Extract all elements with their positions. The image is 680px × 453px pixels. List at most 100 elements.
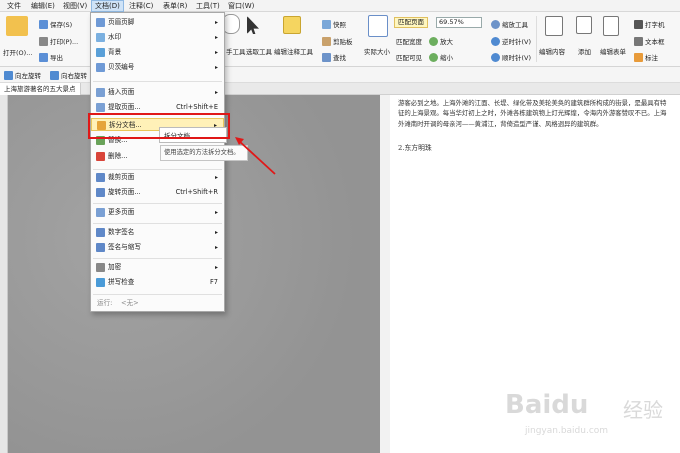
zoom-tool-button[interactable]: 缩放工具 [491, 19, 528, 29]
export-icon [39, 52, 48, 62]
menu-item-header-footer[interactable]: 页眉页脚 ▸ [91, 16, 224, 29]
menu-window[interactable]: 窗口(W) [225, 1, 257, 11]
signature-icon [96, 228, 105, 237]
actual-size-button[interactable]: 实际大小 [364, 46, 390, 56]
select-tool-button[interactable]: 选取工具 [246, 46, 272, 56]
save-button[interactable]: 保存(S) [39, 19, 72, 29]
textbox-button[interactable]: 文本框 [634, 36, 665, 46]
search-icon [322, 52, 331, 62]
zoom-out-button[interactable]: 缩小 [429, 52, 453, 62]
clipboard-button[interactable]: 剪贴板 [322, 36, 353, 46]
delete-icon [96, 152, 105, 161]
rotate-cw-icon [491, 52, 500, 62]
typewriter-button[interactable]: 打字机 [634, 19, 665, 29]
baidu-watermark: Baidu 经验 jingyan.baidu.com [505, 390, 675, 448]
zoom-input[interactable]: 69.57% [436, 17, 482, 28]
menu-run-action[interactable]: 运行: <无> [91, 297, 224, 310]
menu-item-insert-page[interactable]: 插入页面 ▸ [91, 86, 224, 99]
menu-edit[interactable]: 编辑(E) [28, 1, 58, 11]
menu-file[interactable]: 文件 [4, 1, 24, 11]
divider [536, 16, 537, 62]
edit-content-icon [545, 16, 563, 36]
menu-separator [93, 203, 222, 204]
red-arrow-icon [235, 137, 276, 175]
watermark-icon [96, 33, 105, 42]
rotate-right-button[interactable]: 向右旋转 [50, 70, 87, 80]
menu-item-more-pages[interactable]: 更多页面 ▸ [91, 206, 224, 219]
page-gutter [380, 95, 390, 453]
menu-item-digital-signature[interactable]: 数字签名 ▸ [91, 226, 224, 239]
document-heading: 2.东方明珠 [398, 144, 432, 152]
magnifier-icon [491, 19, 500, 29]
edit-form-icon [603, 16, 619, 36]
menu-comment[interactable]: 注释(C) [126, 1, 156, 11]
more-pages-icon [96, 208, 105, 217]
menu-item-encrypt[interactable]: 加密 ▸ [91, 261, 224, 274]
menu-item-sign-initials[interactable]: 签名与缩写 ▸ [91, 241, 224, 254]
open-folder-icon [6, 16, 28, 36]
zoom-in-button[interactable]: 放大 [429, 36, 453, 46]
rotate-right-icon [50, 70, 59, 80]
add-button[interactable]: 添加 [578, 46, 591, 56]
side-panel-strip[interactable] [0, 95, 8, 453]
menu-separator [93, 258, 222, 259]
watermark-brand: Baidu [505, 390, 589, 420]
menu-document[interactable]: 文档(D) [91, 0, 124, 12]
header-footer-icon [96, 18, 105, 27]
menu-item-rotate-page[interactable]: 旋转页面... Ctrl+Shift+R [91, 186, 224, 199]
menu-bar: 文件 编辑(E) 视图(V) 文档(D) 注释(C) 表单(R) 工具(T) 窗… [0, 0, 680, 12]
lock-icon [96, 263, 105, 272]
annotation-icon [283, 16, 301, 34]
watermark-cn: 经验 [623, 398, 663, 422]
zoom-in-icon [429, 36, 438, 46]
menu-item-crop-page[interactable]: 裁剪页面 ▸ [91, 171, 224, 184]
menu-separator [93, 294, 222, 295]
edit-content-button[interactable]: 编辑内容 [539, 46, 565, 56]
menu-tools[interactable]: 工具(T) [193, 1, 223, 11]
fit-page-button[interactable]: 匹配页面 [394, 17, 428, 28]
spell-check-icon [96, 278, 105, 287]
print-button[interactable]: 打印(P)... [39, 36, 78, 46]
menu-view[interactable]: 视图(V) [60, 1, 90, 11]
export-button[interactable]: 导出 [39, 52, 63, 62]
fit-width-button[interactable]: 匹配宽度 [396, 36, 422, 46]
document-tab[interactable]: 上海旅游著名的五大景点 [0, 83, 81, 95]
clipboard-icon [322, 36, 331, 46]
rotate-left-button[interactable]: 向左旋转 [4, 70, 41, 80]
menu-separator [93, 81, 222, 82]
open-button[interactable]: 打开(O)... [3, 47, 32, 57]
edit-annotation-button[interactable]: 编辑注释工具 [274, 46, 313, 56]
print-icon [39, 36, 48, 46]
actual-size-icon [368, 15, 388, 37]
menu-separator [93, 223, 222, 224]
camera-icon [322, 19, 331, 29]
rotate-page-icon [96, 188, 105, 197]
pen-icon [96, 243, 105, 252]
textbox-icon [634, 36, 643, 46]
menu-item-background[interactable]: 背景 ▸ [91, 46, 224, 59]
menu-item-bates[interactable]: 贝茨编号 ▸ [91, 61, 224, 74]
highlight-box [88, 113, 230, 139]
crop-icon [96, 173, 105, 182]
watermark-url: jingyan.baidu.com [525, 426, 609, 436]
insert-page-icon [96, 88, 105, 97]
fit-visible-button[interactable]: 匹配可见 [396, 52, 422, 62]
menu-separator [93, 169, 222, 170]
callout-button[interactable]: 标注 [634, 52, 658, 62]
menu-item-watermark[interactable]: 水印 ▸ [91, 31, 224, 44]
bates-icon [96, 63, 105, 72]
menu-form[interactable]: 表单(R) [160, 1, 190, 11]
document-menu-dropdown: 页眉页脚 ▸ 水印 ▸ 背景 ▸ 贝茨编号 ▸ 插入页面 ▸ 提取页面... Ctrl+Sh… [90, 12, 225, 312]
rotate-ccw-icon [491, 36, 500, 46]
extract-page-icon [96, 103, 105, 112]
hand-tool-button[interactable]: 手工具 [226, 46, 246, 56]
document-paragraph: 游客必到之地。上海外滩的江面、长堤、绿化带及美轮美奂的建筑群所构成的街景，是最具… [398, 99, 667, 128]
find-button[interactable]: 查找 [322, 52, 346, 62]
typewriter-icon [634, 19, 643, 29]
rotate-cw-button[interactable]: 顺时针(V) [491, 52, 531, 62]
snapshot-button[interactable]: 快照 [322, 19, 346, 29]
rotate-ccw-button[interactable]: 逆时针(V) [491, 36, 531, 46]
edit-form-button[interactable]: 编辑表单 [600, 46, 626, 56]
zoom-out-icon [429, 52, 438, 62]
menu-item-spell-check[interactable]: 拼写检查 F7 [91, 276, 224, 289]
